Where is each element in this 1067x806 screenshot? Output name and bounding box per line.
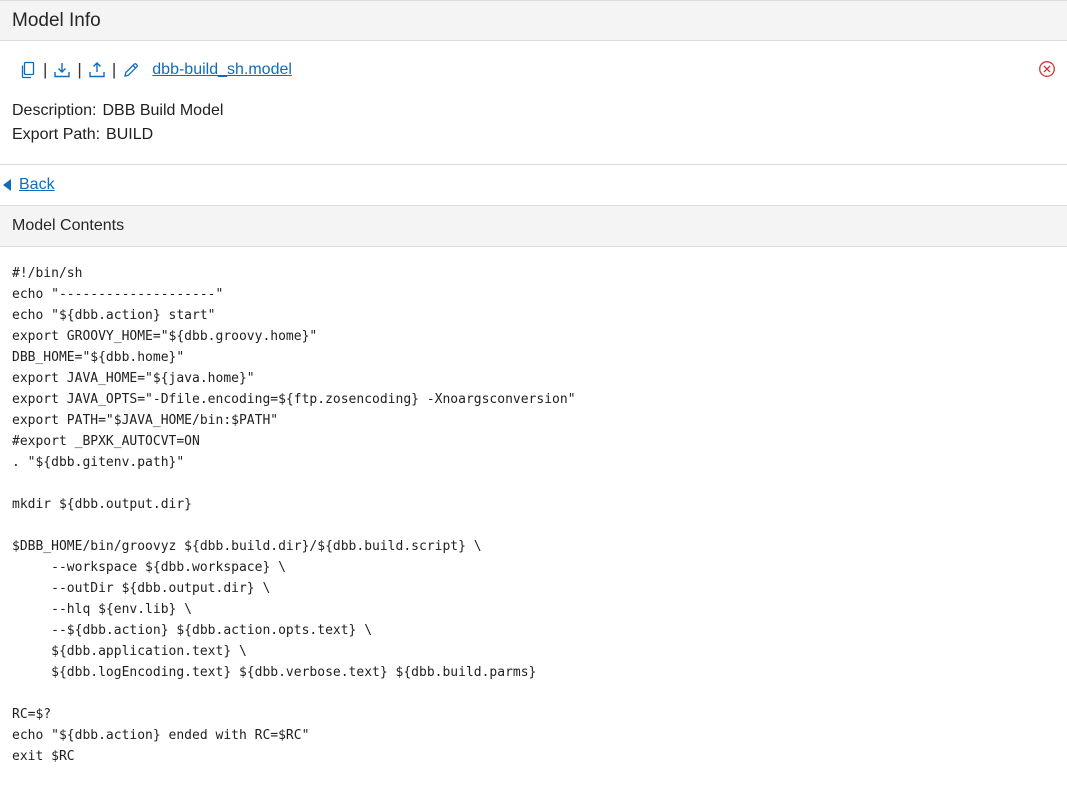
toolbar-separator: | [111, 60, 117, 79]
code-line: export PATH="$JAVA_HOME/bin:$PATH" [12, 413, 279, 428]
code-line: DBB_HOME="${dbb.home}" [12, 350, 185, 365]
model-contents-header: Model Contents [0, 205, 1067, 247]
model-file-link[interactable]: dbb-build_sh.model [152, 61, 292, 79]
code-line: --${dbb.action} ${dbb.action.opts.text} … [12, 623, 373, 638]
copy-icon[interactable] [19, 61, 37, 79]
code-line: echo "${dbb.action} start" [12, 308, 216, 323]
description-label: Description: [12, 102, 97, 119]
export-path-label: Export Path: [12, 126, 101, 143]
edit-icon[interactable] [122, 61, 140, 79]
code-line: ${dbb.application.text} \ [12, 644, 247, 659]
back-link[interactable]: Back [19, 176, 55, 194]
page-title: Model Info [12, 9, 101, 31]
model-info-details: Description: DBB Build Model Export Path:… [0, 99, 1067, 165]
code-line: --hlq ${env.lib} \ [12, 602, 193, 617]
code-line: #!/bin/sh [12, 266, 83, 281]
back-nav: Back [0, 165, 1067, 205]
model-toolbar: | | | dbb-build_sh.model [0, 41, 1067, 99]
upload-icon[interactable] [88, 61, 106, 79]
code-line: echo "${dbb.action} ended with RC=$RC" [12, 728, 310, 743]
code-line: . "${dbb.gitenv.path}" [12, 455, 185, 470]
code-line: ${dbb.logEncoding.text} ${dbb.verbose.te… [12, 665, 537, 680]
export-path-row: Export Path: BUILD [12, 123, 1067, 147]
code-line: export JAVA_OPTS="-Dfile.encoding=${ftp.… [12, 392, 576, 407]
description-value: DBB Build Model [102, 102, 224, 119]
description-row: Description: DBB Build Model [12, 99, 1067, 123]
back-arrow-icon[interactable] [3, 179, 11, 191]
code-line: exit $RC [12, 749, 75, 764]
model-info-header: Model Info [0, 0, 1067, 41]
code-line: export GROOVY_HOME="${dbb.groovy.home}" [12, 329, 318, 344]
code-line: export JAVA_HOME="${java.home}" [12, 371, 255, 386]
code-line: echo "--------------------" [12, 287, 224, 302]
code-line: mkdir ${dbb.output.dir} [12, 497, 193, 512]
section-title: Model Contents [12, 217, 125, 234]
download-icon[interactable] [53, 61, 71, 79]
code-line: --workspace ${dbb.workspace} \ [12, 560, 286, 575]
code-line: --outDir ${dbb.output.dir} \ [12, 581, 271, 596]
model-contents-code: #!/bin/sh echo "--------------------" echo… [0, 247, 1067, 767]
code-line: $DBB_HOME/bin/groovyz ${dbb.build.dir}/$… [12, 539, 482, 554]
toolbar-separator: | [77, 60, 82, 79]
close-circle-icon[interactable] [1038, 60, 1056, 78]
code-line: #export _BPXK_AUTOCVT=ON [12, 434, 200, 449]
export-path-value: BUILD [106, 126, 154, 143]
toolbar-separator: | [43, 60, 48, 79]
code-line: RC=$? [12, 707, 52, 722]
